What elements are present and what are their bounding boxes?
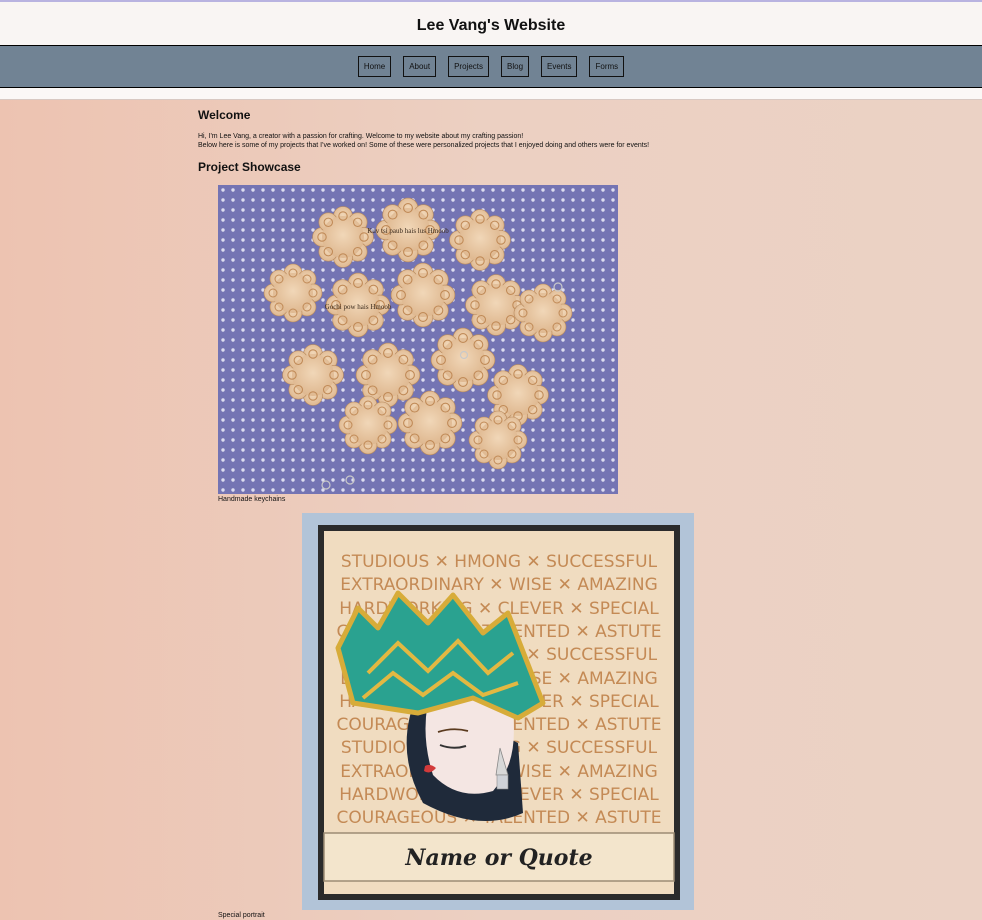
keychains-caption: Handmade keychains [218,496,286,503]
nav-blog-button[interactable]: Blog [501,56,530,77]
main-nav: Home About Projects Blog Events Forms [0,46,982,88]
keychain-engraving-a: Kuv tsi paub hais lus Hmoob [367,227,449,235]
portrait-words-row-1: STUDIOUS ✕ HMONG ✕ SUCCESSFUL [341,552,658,572]
showcase-heading: Project Showcase [198,160,301,174]
portrait-photo: STUDIOUS ✕ HMONG ✕ SUCCESSFUL EXTRAORDIN… [302,513,694,910]
portrait-plaque-text: Name or Quote [404,845,592,871]
nav-events-button[interactable]: Events [541,56,578,77]
portrait-caption: Special portrait [218,912,265,919]
project-figure-keychains: Kuv tsi paub hais lus Hmoob Gochi pow ha… [218,185,618,503]
nav-forms-button[interactable]: Forms [589,56,625,77]
site-title: Lee Vang's Website [416,16,566,34]
nav-spacer-bar [0,88,982,100]
keychain-engraving-b: Gochi pow hais Hmoob [325,303,392,311]
site-header: Lee Vang's Website [0,2,982,46]
portrait-words-row-2: EXTRAORDINARY ✕ WISE ✕ AMAZING [340,575,658,595]
intro-line-1: Hi, I'm Lee Vang, a creator with a passi… [198,133,524,140]
welcome-heading: Welcome [198,108,251,122]
intro-text: Hi, I'm Lee Vang, a creator with a passi… [198,132,758,150]
nav-home-button[interactable]: Home [357,56,392,77]
nav-projects-button[interactable]: Projects [448,56,489,77]
intro-line-2: Below here is some of my projects that I… [198,142,650,149]
nav-about-button[interactable]: About [403,56,437,77]
project-figure-portrait: STUDIOUS ✕ HMONG ✕ SUCCESSFUL EXTRAORDIN… [218,513,718,919]
keychains-photo: Kuv tsi paub hais lus Hmoob Gochi pow ha… [218,185,618,494]
